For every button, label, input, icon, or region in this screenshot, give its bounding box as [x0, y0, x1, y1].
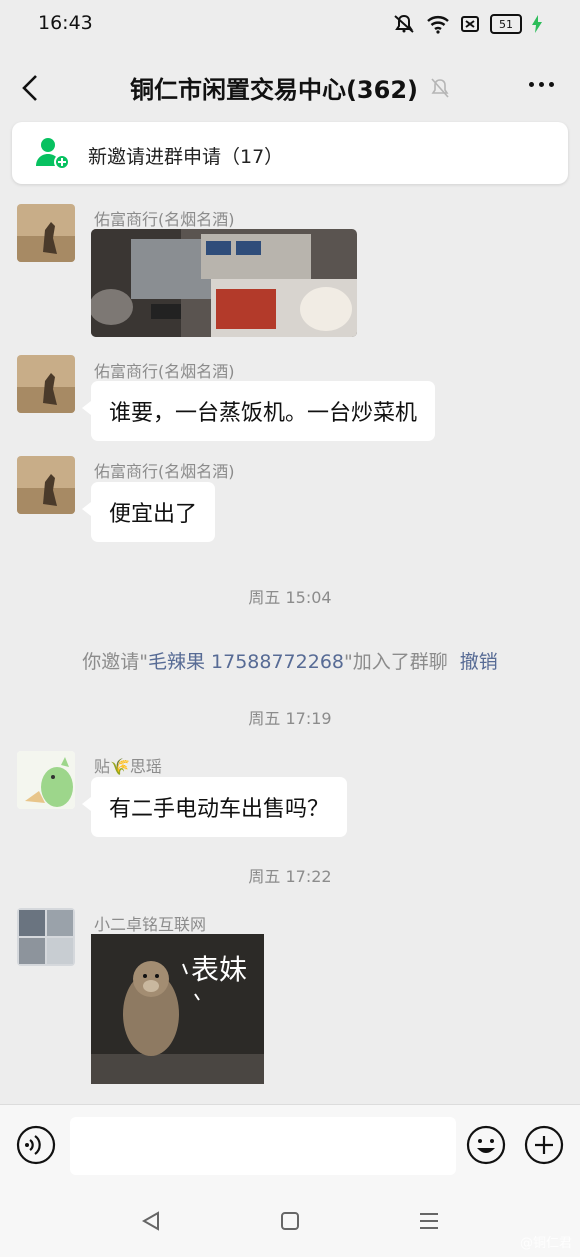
- sender-name: 小二卓铭互联网: [94, 915, 207, 934]
- avatar[interactable]: [17, 456, 75, 514]
- emoji-icon[interactable]: [466, 1125, 506, 1165]
- system-nav-bar: @铜仁君: [0, 1184, 580, 1257]
- sticker-image[interactable]: 表妹: [91, 934, 264, 1084]
- message-input[interactable]: [70, 1117, 456, 1175]
- more-options-icon[interactable]: [529, 82, 554, 87]
- message-bubble[interactable]: 谁要，一台蒸饭机。一台炒菜机: [81, 381, 436, 441]
- mute-bell-icon: [431, 77, 449, 98]
- avatar[interactable]: [17, 751, 75, 809]
- sender-name: 佑富商行(名烟名酒): [94, 362, 235, 381]
- voice-input-icon[interactable]: [16, 1125, 56, 1165]
- message-image[interactable]: [91, 229, 357, 337]
- add-member-icon: [36, 138, 70, 170]
- system-message-prefix: 你邀请": [82, 651, 148, 673]
- status-bar: 16:43 51: [0, 0, 580, 52]
- message-bubble[interactable]: 有二手电动车出售吗？: [81, 777, 348, 837]
- invite-request-text: 新邀请进群申请（17）: [88, 146, 284, 168]
- invite-request-banner[interactable]: 新邀请进群申请（17）: [12, 122, 568, 184]
- input-bar: [0, 1104, 580, 1185]
- sender-name: 贴🌾思瑶: [94, 757, 162, 776]
- chat-header: 铜仁市闲置交易中心(362): [0, 52, 580, 122]
- mute-icon: [394, 14, 414, 33]
- status-time: 16:43: [38, 12, 93, 34]
- watermark: @铜仁君: [519, 1236, 572, 1251]
- avatar[interactable]: [17, 204, 75, 262]
- charging-icon: [532, 15, 542, 33]
- message-bubble[interactable]: 便宜出了: [81, 482, 216, 542]
- timestamp: 周五 17:22: [248, 867, 332, 886]
- sticker-caption: 表妹: [191, 953, 248, 986]
- status-icons: 51: [392, 14, 542, 34]
- avatar[interactable]: [17, 908, 75, 966]
- revoke-link[interactable]: 撤销: [460, 651, 498, 673]
- nav-menu-icon[interactable]: [418, 1211, 440, 1231]
- nav-back-icon[interactable]: [140, 1210, 162, 1232]
- avatar[interactable]: [17, 355, 75, 413]
- sender-name: 佑富商行(名烟名酒): [94, 210, 235, 229]
- plus-icon[interactable]: [524, 1125, 564, 1165]
- timestamp: 周五 17:19: [248, 709, 332, 728]
- nav-home-icon[interactable]: [280, 1211, 300, 1231]
- system-message-suffix: "加入了群聊: [344, 651, 448, 673]
- battery-icon: 51: [490, 14, 522, 34]
- timestamp: 周五 15:04: [248, 588, 332, 607]
- chat-title: 铜仁市闲置交易中心(362): [129, 76, 419, 104]
- sim-icon: [461, 16, 479, 32]
- sender-name: 佑富商行(名烟名酒): [94, 462, 235, 481]
- system-message: 你邀请"毛辣果 17588772268"加入了群聊 撤销: [0, 647, 580, 674]
- chat-title-row: 铜仁市闲置交易中心(362): [0, 70, 580, 105]
- wifi-icon: [427, 16, 449, 34]
- invited-member-name[interactable]: 毛辣果 17588772268: [148, 651, 344, 673]
